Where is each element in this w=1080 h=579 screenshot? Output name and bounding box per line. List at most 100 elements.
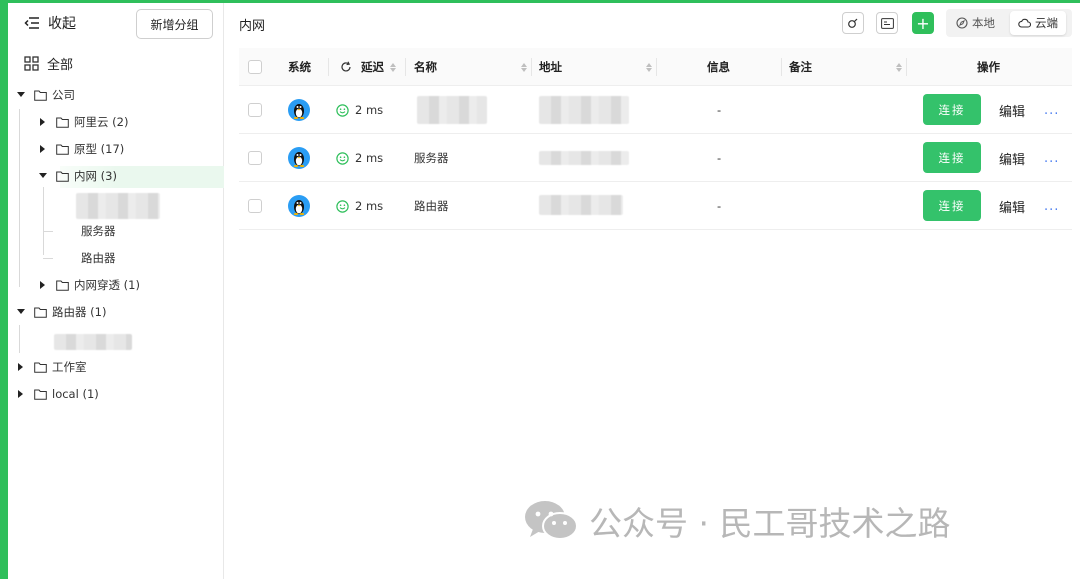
tree-item-company[interactable]: 公司: [16, 84, 75, 106]
sort-icon[interactable]: [896, 62, 902, 72]
tree-guide-line: [43, 187, 44, 255]
cloud-mode-option[interactable]: 云端: [1010, 11, 1066, 35]
grid-icon: [24, 56, 39, 71]
caret-down-icon[interactable]: [16, 90, 26, 100]
all-groups-item[interactable]: 全部: [24, 54, 73, 73]
caret-down-icon[interactable]: [38, 171, 48, 181]
redacted-address: [539, 96, 629, 124]
info-cell: -: [717, 199, 722, 213]
column-separator: [531, 58, 532, 76]
terminal-button[interactable]: [876, 12, 898, 34]
column-note-label: 备注: [789, 60, 812, 74]
local-mode-label: 本地: [972, 16, 995, 30]
edit-button[interactable]: 编辑: [999, 86, 1025, 134]
host-name: 路由器: [414, 199, 449, 213]
connect-button[interactable]: 连接: [923, 142, 981, 173]
folder-icon: [56, 144, 69, 155]
column-name-label: 名称: [414, 60, 437, 74]
tree-item-router[interactable]: 路由器: [81, 247, 116, 269]
watermark: 公众号 · 民工哥技术之路: [523, 497, 950, 545]
sort-icon[interactable]: [521, 62, 527, 72]
caret-right-icon[interactable]: [38, 280, 48, 290]
caret-right-icon[interactable]: [16, 389, 26, 399]
watermark-text: 公众号 · 民工哥技术之路: [589, 504, 951, 543]
sort-icon[interactable]: [390, 62, 396, 72]
cloud-icon: [1018, 18, 1031, 28]
edit-button[interactable]: 编辑: [999, 134, 1025, 182]
search-button[interactable]: [842, 12, 864, 34]
tree-item-tunnel[interactable]: 内网穿透 (1): [38, 274, 140, 296]
tree-item-label: 内网穿透 (1): [74, 278, 140, 292]
column-latency[interactable]: 延迟: [361, 48, 396, 86]
more-actions-button[interactable]: ...: [1044, 182, 1059, 230]
column-separator: [781, 58, 782, 76]
tree-guide-line: [19, 325, 20, 353]
column-latency-label: 延迟: [361, 60, 384, 74]
caret-right-icon[interactable]: [16, 362, 26, 372]
tree-item-studio[interactable]: 工作室: [16, 356, 87, 378]
select-all-checkbox[interactable]: [248, 60, 262, 74]
column-note[interactable]: 备注: [789, 48, 902, 86]
redacted-address: [539, 151, 629, 165]
latency-value: 2 ms: [355, 151, 384, 165]
folder-icon: [34, 307, 47, 318]
table-row[interactable]: 2 ms 路由器 - 连接 编辑 ...: [239, 182, 1072, 230]
edit-button[interactable]: 编辑: [999, 182, 1025, 230]
add-group-button[interactable]: 新增分组: [136, 9, 213, 39]
latency-cell: 2 ms: [336, 182, 383, 230]
search-icon: [848, 18, 858, 28]
row-checkbox[interactable]: [248, 199, 262, 213]
tree-item-server[interactable]: 服务器: [81, 220, 116, 242]
terminal-icon: [880, 17, 894, 29]
refresh-latency-button[interactable]: [340, 48, 352, 86]
row-checkbox[interactable]: [248, 103, 262, 117]
caret-right-icon[interactable]: [38, 144, 48, 154]
redacted-host-label[interactable]: [54, 334, 132, 350]
row-checkbox[interactable]: [248, 151, 262, 165]
folder-icon: [34, 90, 47, 101]
tree-item-router-group[interactable]: 路由器 (1): [16, 301, 106, 323]
info-cell: -: [717, 103, 722, 117]
plus-icon: +: [916, 13, 930, 33]
tree-item-label: 路由器 (1): [52, 305, 107, 319]
column-info: 信息: [707, 60, 730, 74]
refresh-icon: [341, 61, 351, 72]
add-host-button[interactable]: +: [912, 12, 934, 34]
caret-right-icon[interactable]: [38, 117, 48, 127]
all-groups-label: 全部: [47, 58, 74, 73]
linux-penguin-icon: [288, 134, 310, 182]
linux-penguin-icon: [288, 182, 310, 230]
column-address[interactable]: 地址: [539, 48, 652, 86]
redacted-host-label[interactable]: [76, 193, 160, 219]
tree-item-intranet[interactable]: 内网 (3): [38, 165, 117, 187]
table-row[interactable]: 2 ms 服务器 - 连接 编辑 ...: [239, 134, 1072, 182]
collapse-toggle[interactable]: 收起: [24, 13, 76, 33]
caret-down-icon[interactable]: [16, 307, 26, 317]
column-name[interactable]: 名称: [414, 48, 527, 86]
smile-icon: [336, 103, 349, 117]
tree-item-label: 阿里云 (2): [74, 115, 129, 129]
folder-icon: [56, 117, 69, 128]
tree-item-aliyun[interactable]: 阿里云 (2): [38, 111, 128, 133]
sort-icon[interactable]: [646, 62, 652, 72]
connect-button[interactable]: 连接: [923, 94, 981, 125]
tree-item-label: 公司: [52, 88, 75, 102]
more-actions-button[interactable]: ...: [1044, 86, 1059, 134]
table-row[interactable]: 2 ms - 连接 编辑 ...: [239, 86, 1072, 134]
more-actions-button[interactable]: ...: [1044, 134, 1059, 182]
collapse-menu-icon: [24, 17, 39, 29]
local-mode-option[interactable]: 本地: [948, 11, 1003, 35]
main-panel: 内网 + 本地 云端 系统 延迟 名称 地址 信息 备注 操作 2 ms - 连…: [224, 3, 1080, 579]
column-separator: [405, 58, 406, 76]
tree-item-label: 原型 (17): [74, 142, 125, 156]
smile-icon: [336, 151, 349, 165]
column-separator: [328, 58, 329, 76]
connect-button[interactable]: 连接: [923, 190, 981, 221]
latency-value: 2 ms: [355, 103, 384, 117]
folder-icon: [34, 362, 47, 373]
tree-item-prototype[interactable]: 原型 (17): [38, 138, 124, 160]
tree-item-local[interactable]: local (1): [16, 383, 99, 405]
tree-item-label: 路由器: [81, 251, 116, 265]
page-title: 内网: [239, 19, 266, 34]
cloud-mode-label: 云端: [1035, 16, 1058, 30]
